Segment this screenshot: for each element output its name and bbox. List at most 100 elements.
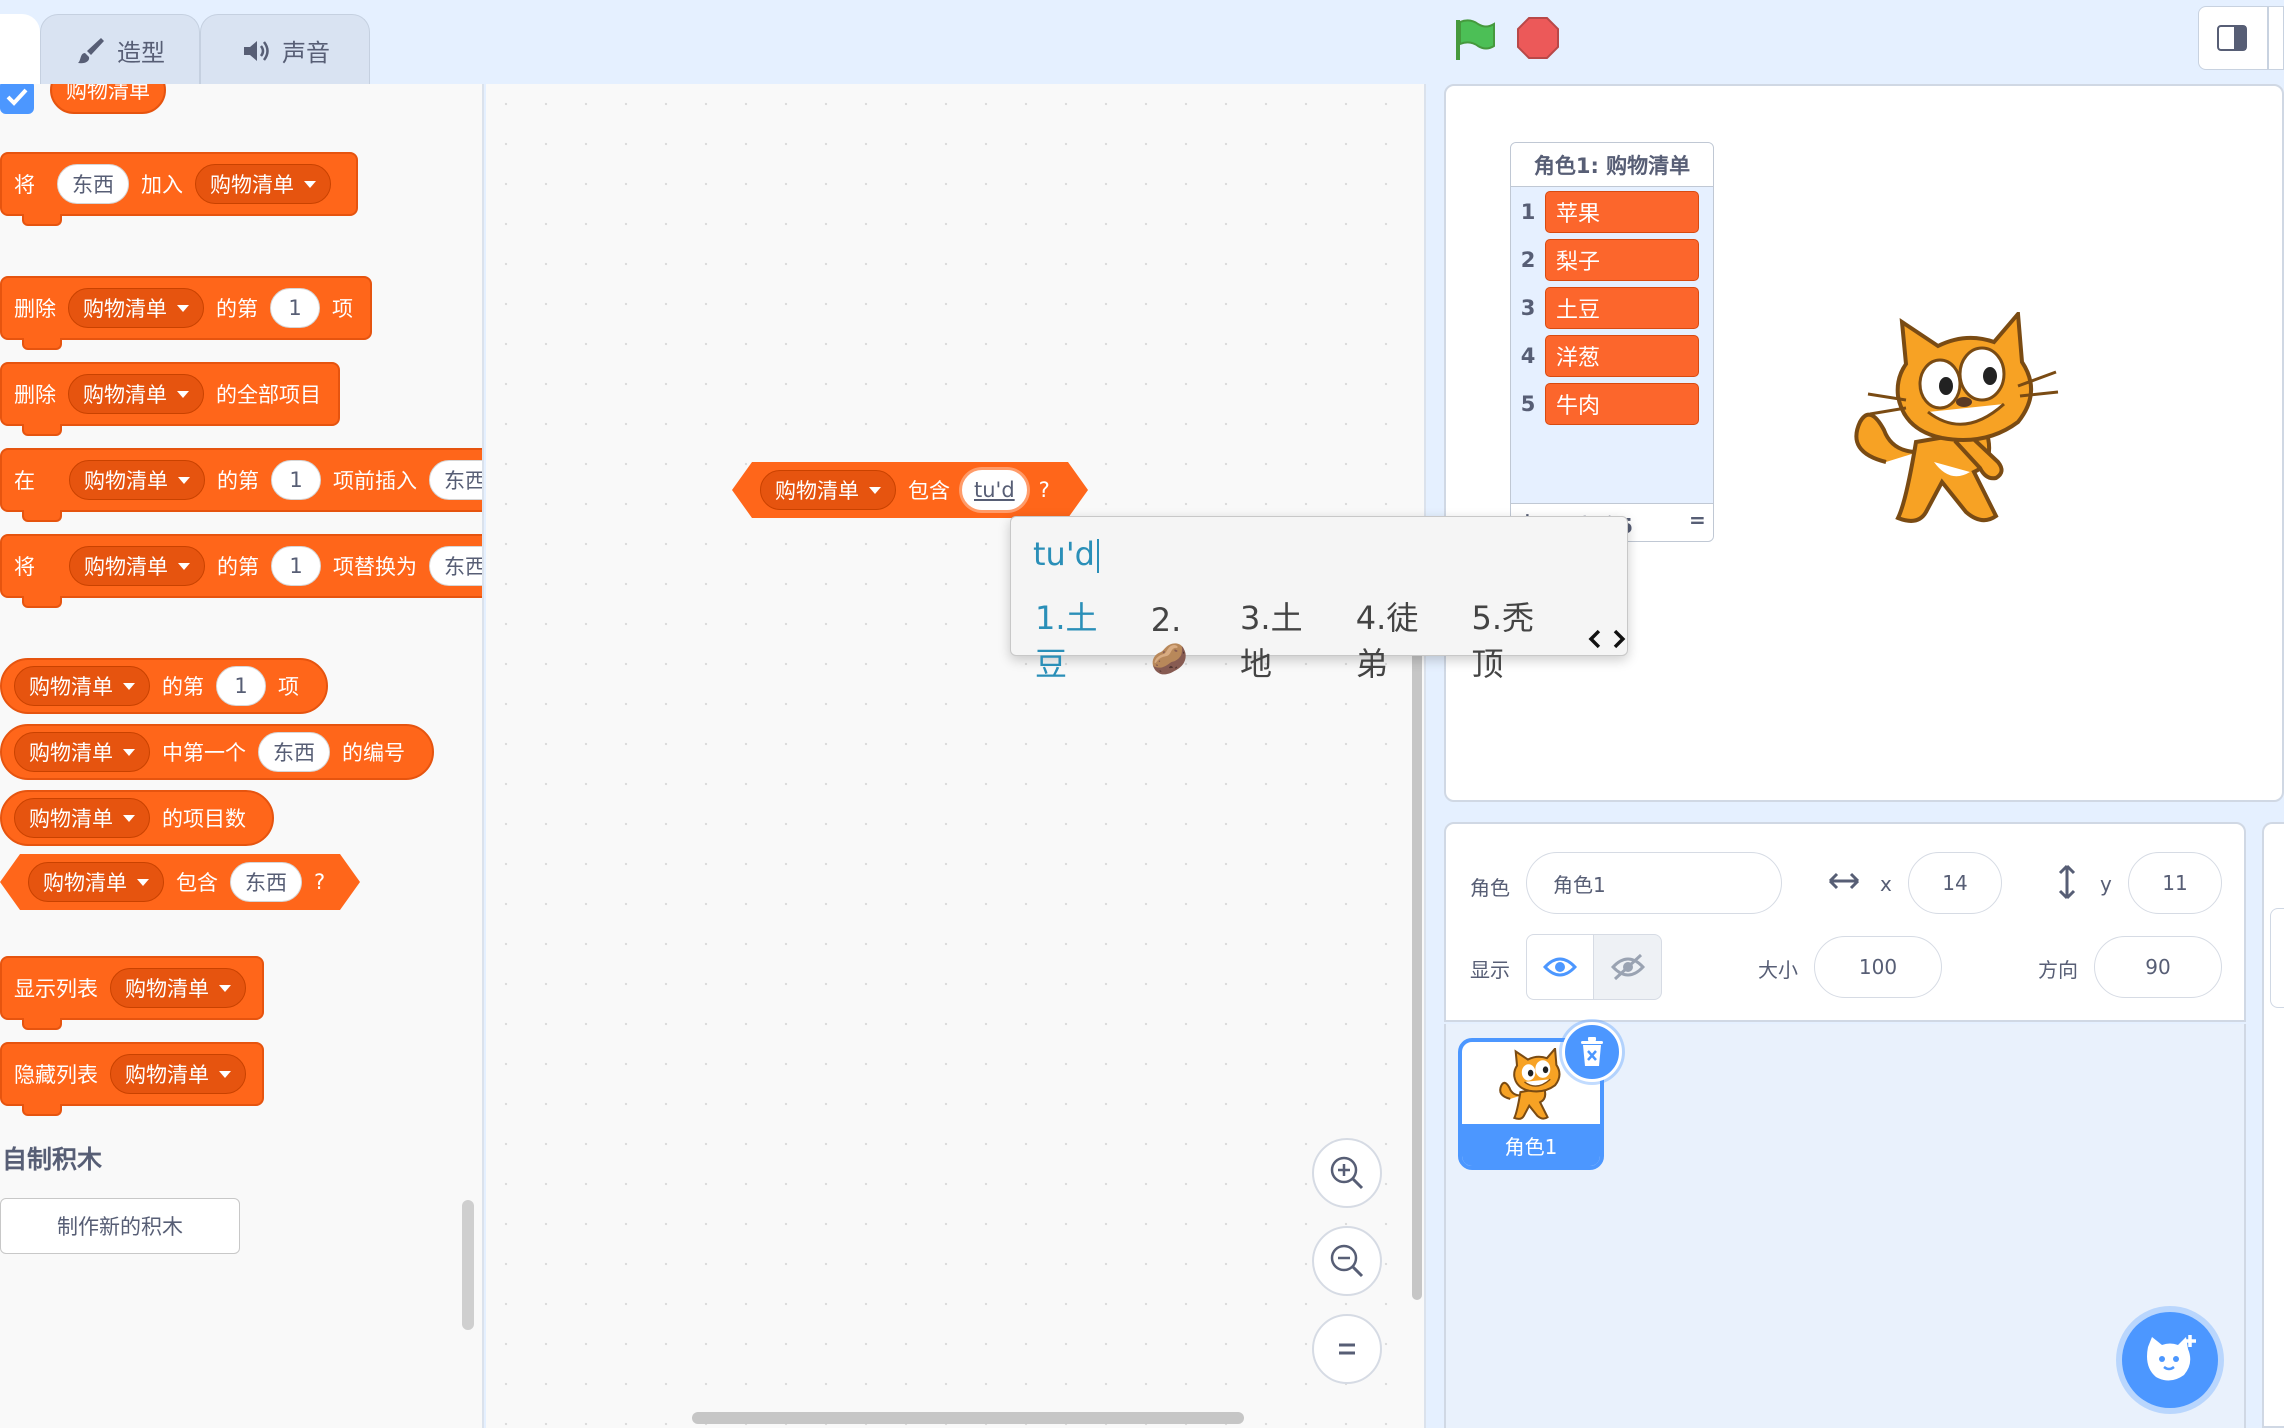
row-value[interactable]: 土豆 — [1545, 287, 1699, 329]
show-hidden-button[interactable] — [1594, 934, 1662, 1000]
equals-icon — [1339, 1343, 1355, 1355]
ime-candidate-number: 2. — [1150, 601, 1182, 639]
x-field[interactable]: 14 — [1908, 852, 2002, 914]
add-sprite-button[interactable] — [2122, 1312, 2218, 1408]
block-text: 的第 — [216, 297, 258, 321]
size-field[interactable]: 100 — [1814, 936, 1942, 998]
show-visible-button[interactable] — [1526, 934, 1594, 1000]
list-length-reporter[interactable]: 购物清单 的项目数 — [0, 790, 274, 846]
row-value[interactable]: 牛肉 — [1545, 383, 1699, 425]
script-workspace[interactable] — [486, 84, 1426, 1428]
value-input[interactable]: 东西 — [429, 460, 482, 500]
caret-down-icon — [137, 878, 149, 886]
value-input-editing[interactable]: tu'd — [962, 470, 1027, 510]
code-tab-fragment[interactable] — [0, 14, 40, 86]
list-dropdown[interactable]: 购物清单 — [68, 288, 204, 328]
list-dropdown[interactable]: 购物清单 — [69, 460, 205, 500]
value-input[interactable]: 东西 — [230, 862, 302, 902]
index-input[interactable]: 1 — [271, 460, 321, 500]
list-dropdown[interactable]: 购物清单 — [69, 546, 205, 586]
index-input[interactable]: 1 — [270, 288, 320, 328]
eye-icon — [1543, 957, 1577, 977]
sprite-list-pane: 角色1 — [1444, 1022, 2246, 1428]
row-value[interactable]: 梨子 — [1545, 239, 1699, 281]
ime-candidate[interactable]: 5.秃顶 — [1472, 593, 1566, 685]
list-dropdown[interactable]: 购物清单 — [195, 164, 331, 204]
tab-sounds[interactable]: 声音 — [200, 14, 370, 86]
block-text: 项替换为 — [333, 555, 417, 579]
list-monitor-row: 5 牛肉 — [1515, 383, 1699, 425]
y-field[interactable]: 11 — [2128, 852, 2222, 914]
row-index: 4 — [1520, 344, 1536, 368]
delete-all-block[interactable]: 删除 购物清单 的全部项目 — [0, 362, 340, 436]
direction-field[interactable]: 90 — [2094, 936, 2222, 998]
ime-candidate[interactable]: 1.土豆 — [1035, 593, 1129, 685]
sprite-name-label: 角色 — [1470, 876, 1510, 900]
value-input[interactable]: 东西 — [258, 732, 330, 772]
stage-size-toggle[interactable] — [2198, 6, 2284, 70]
index-input[interactable]: 1 — [271, 546, 321, 586]
list-variable-reporter[interactable]: 购物清单 — [50, 84, 166, 114]
backdrop-panel-fragment[interactable] — [2270, 908, 2284, 1008]
item-number-reporter[interactable]: 购物清单 中第一个 东西 的编号 — [0, 724, 434, 780]
workspace-hscrollbar[interactable] — [692, 1412, 1244, 1424]
list-visible-checkbox[interactable] — [0, 84, 34, 114]
x-value: 14 — [1942, 871, 1968, 895]
add-to-list-block[interactable]: 将 东西 加入 购物清单 — [0, 152, 358, 226]
stop-icon[interactable] — [1516, 16, 1560, 60]
ime-candidate[interactable]: 3.土地 — [1240, 593, 1334, 685]
resize-handle[interactable]: = — [1689, 508, 1706, 532]
list-dropdown-label: 购物清单 — [29, 741, 113, 765]
block-notch — [22, 338, 62, 350]
list-dropdown[interactable]: 购物清单 — [110, 968, 246, 1008]
prev-page-icon[interactable] — [1587, 628, 1603, 650]
hide-list-block[interactable]: 隐藏列表 购物清单 — [0, 1042, 264, 1116]
cat-sprite[interactable] — [1846, 312, 2066, 536]
insert-item-block[interactable]: 在 购物清单 的第 1 项前插入 东西 — [0, 448, 482, 522]
list-dropdown[interactable]: 购物清单 — [110, 1054, 246, 1094]
row-value[interactable]: 洋葱 — [1545, 335, 1699, 377]
stage[interactable]: 角色1: 购物清单 1苹果 2梨子 3土豆 4洋葱 5牛肉 + 长度5 = — [1444, 84, 2284, 802]
my-blocks-heading: 自制积木 — [2, 1145, 103, 1174]
list-dropdown[interactable]: 购物清单 — [28, 862, 164, 902]
next-page-icon[interactable] — [1611, 628, 1627, 650]
delete-item-block[interactable]: 删除 购物清单 的第 1 项 — [0, 276, 372, 350]
make-block-button[interactable]: 制作新的积木 — [0, 1198, 240, 1254]
delete-sprite-button[interactable] — [1562, 1022, 1622, 1082]
zoom-in-button[interactable] — [1312, 1138, 1382, 1208]
value-input[interactable]: 东西 — [57, 164, 129, 204]
show-list-block[interactable]: 显示列表 购物清单 — [0, 956, 264, 1030]
block-notch — [22, 424, 62, 436]
index-input[interactable]: 1 — [216, 666, 266, 706]
row-value[interactable]: 苹果 — [1545, 191, 1699, 233]
list-dropdown[interactable]: 购物清单 — [14, 798, 150, 838]
caret-down-icon — [123, 814, 135, 822]
direction-label: 方向 — [2038, 958, 2078, 982]
zoom-reset-button[interactable] — [1312, 1314, 1382, 1384]
list-dropdown[interactable]: 购物清单 — [760, 470, 896, 510]
caret-down-icon — [123, 748, 135, 756]
ime-candidate[interactable]: 2.🥔 — [1151, 601, 1218, 677]
ime-composition: tu'd — [1033, 535, 1099, 573]
list-dropdown-label: 购物清单 — [125, 977, 209, 1001]
caret-down-icon — [178, 476, 190, 484]
workspace-vscrollbar[interactable] — [1412, 640, 1422, 1300]
sprite-name-field[interactable]: 角色1 — [1526, 852, 1782, 914]
list-dropdown-label: 购物清单 — [83, 297, 167, 321]
list-dropdown[interactable]: 购物清单 — [14, 732, 150, 772]
workspace-contains-block[interactable]: 购物清单 包含 tu'd ? — [732, 462, 1088, 518]
green-flag-icon[interactable] — [1452, 16, 1496, 62]
list-monitor[interactable]: 角色1: 购物清单 1苹果 2梨子 3土豆 4洋葱 5牛肉 + 长度5 = — [1510, 142, 1714, 542]
list-contains-boolean[interactable]: 购物清单 包含 东西 ? — [0, 854, 360, 910]
block-text: 的项目数 — [162, 807, 246, 831]
value-input[interactable]: 东西 — [429, 546, 482, 586]
zoom-out-button[interactable] — [1312, 1226, 1382, 1296]
ime-candidate[interactable]: 4.徒弟 — [1356, 593, 1450, 685]
tab-costumes[interactable]: 造型 — [40, 14, 200, 86]
list-dropdown[interactable]: 购物清单 — [14, 666, 150, 706]
palette-scrollbar[interactable] — [462, 1200, 474, 1330]
zoom-out-icon — [1330, 1244, 1364, 1278]
replace-item-block[interactable]: 将 购物清单 的第 1 项替换为 东西 — [0, 534, 482, 608]
item-of-list-reporter[interactable]: 购物清单 的第 1 项 — [0, 658, 328, 714]
list-dropdown[interactable]: 购物清单 — [68, 374, 204, 414]
